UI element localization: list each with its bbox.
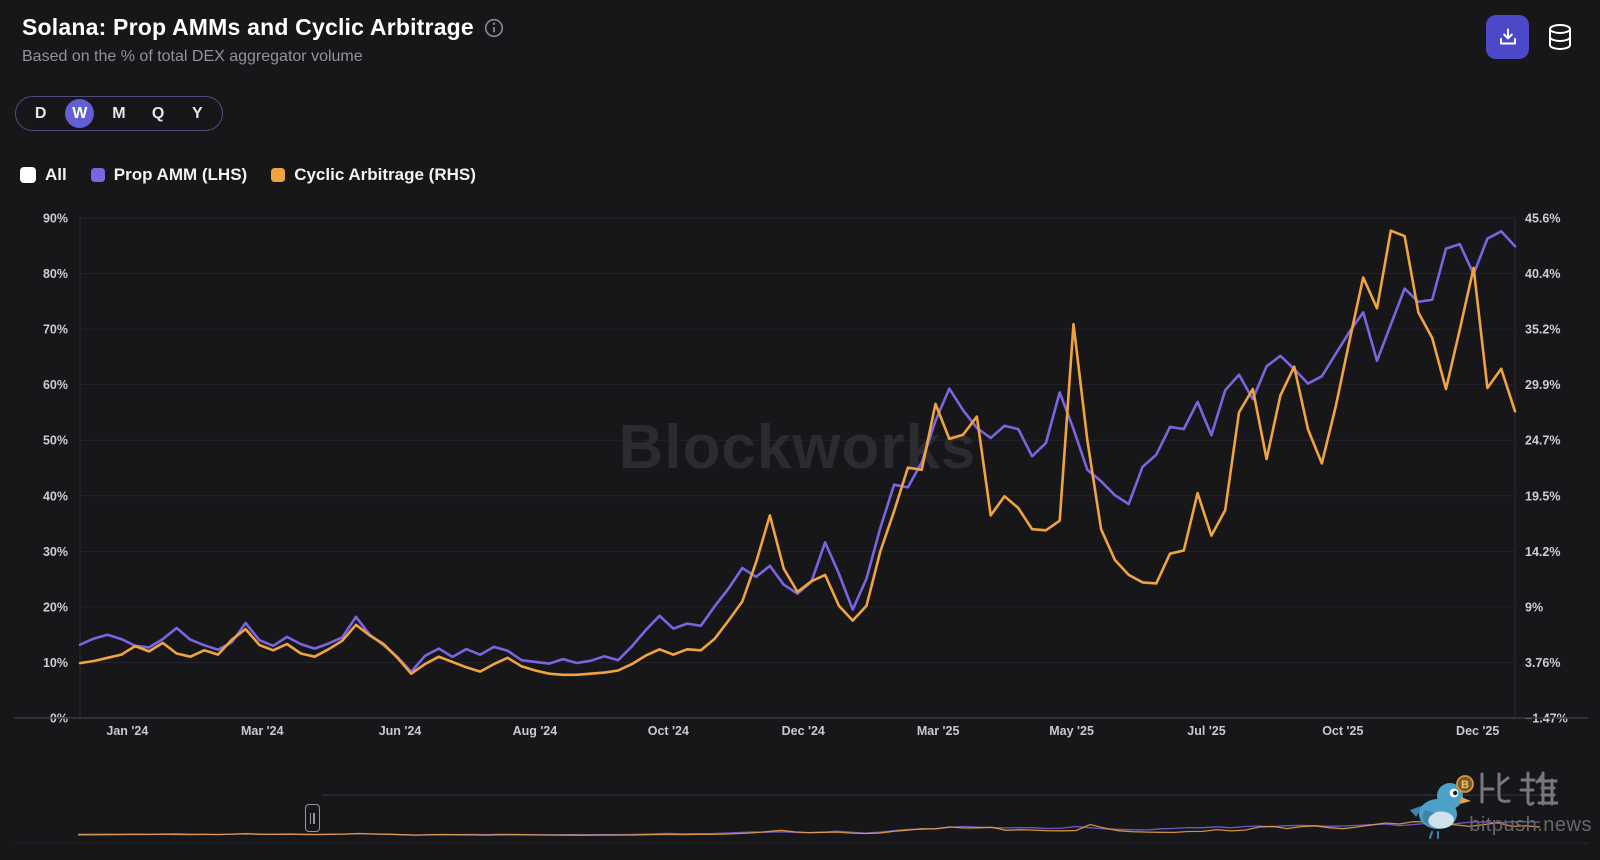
left-axis-tick: 40%	[43, 489, 68, 503]
legend-item-all[interactable]: All	[20, 165, 67, 185]
interval-option-y[interactable]: Y	[183, 99, 212, 128]
left-axis-tick: 10%	[43, 656, 68, 670]
database-icon	[1549, 24, 1571, 51]
x-axis-tick: Aug '24	[513, 724, 558, 738]
x-axis-tick: Mar '24	[241, 724, 284, 738]
legend-label: All	[45, 165, 67, 184]
interval-option-d[interactable]: D	[26, 99, 55, 128]
left-axis-tick: 20%	[43, 600, 68, 614]
right-axis-tick: 3.76%	[1525, 656, 1560, 670]
x-axis-tick: Jan '24	[106, 724, 148, 738]
x-axis-tick: Jul '25	[1187, 724, 1225, 738]
x-axis-tick: Oct '25	[1322, 724, 1363, 738]
legend-swatch-prop-amm	[90, 168, 105, 182]
legend-label: Prop AMM (LHS)	[113, 165, 248, 184]
bitpush-cn-wordmark	[1480, 771, 1558, 806]
info-icon[interactable]	[484, 18, 504, 38]
x-axis-tick: Oct '24	[648, 724, 689, 738]
bitpush-url: bitpush.news	[1469, 814, 1592, 836]
bitpush-logo: B bitpush.news	[1402, 762, 1598, 854]
legend-label: Cyclic Arbitrage (RHS)	[294, 165, 476, 184]
right-axis-tick: 9%	[1525, 600, 1543, 614]
data-source-button[interactable]	[1544, 21, 1576, 55]
bitpush-bird-icon: B	[1410, 775, 1474, 839]
navigator-strip[interactable]	[0, 780, 1600, 860]
x-axis-tick: May '25	[1049, 724, 1094, 738]
right-axis-tick: 35.2%	[1525, 323, 1560, 337]
x-axis-tick: Jun '24	[379, 724, 422, 738]
right-axis-tick: 19.5%	[1525, 489, 1560, 503]
title-row: Solana: Prop AMMs and Cyclic Arbitrage	[22, 14, 504, 41]
x-axis-tick: Dec '24	[782, 724, 825, 738]
interval-option-m[interactable]: M	[104, 99, 133, 128]
left-axis-tick: 50%	[43, 434, 68, 448]
chart-subtitle: Based on the % of total DEX aggregator v…	[22, 48, 363, 65]
x-axis-tick: Mar '25	[917, 724, 960, 738]
interval-option-q[interactable]: Q	[144, 99, 173, 128]
main-chart[interactable]: 90% 45.6% 80% 40.4% 70% 35.2% 60% 29.9% 50% 24.7%…	[0, 200, 1600, 760]
download-icon	[1499, 28, 1516, 45]
legend-swatch-cyclic-arb	[271, 168, 286, 182]
page-title: Solana: Prop AMMs and Cyclic Arbitrage	[22, 14, 474, 40]
svg-text:B: B	[1461, 779, 1469, 791]
x-axis-tick: Dec '25	[1456, 724, 1499, 738]
right-axis-tick: 29.9%	[1525, 378, 1560, 392]
right-axis-tick: 14.2%	[1525, 545, 1560, 559]
left-axis-tick: 30%	[43, 545, 68, 559]
navigator-handle[interactable]	[304, 804, 320, 832]
left-axis-tick: 60%	[43, 378, 68, 392]
right-axis-tick: 45.6%	[1525, 212, 1560, 226]
legend: All Prop AMM (LHS) Cyclic Arbitrage (RHS…	[20, 165, 476, 185]
legend-swatch-all	[20, 167, 36, 183]
left-axis-tick: 70%	[43, 323, 68, 337]
right-axis-tick: 24.7%	[1525, 434, 1560, 448]
right-axis-tick: 40.4%	[1525, 267, 1560, 281]
interval-option-w[interactable]: W	[65, 99, 95, 128]
blockworks-chart-panel: Solana: Prop AMMs and Cyclic Arbitrage B…	[0, 0, 1600, 860]
left-axis-tick: 80%	[43, 267, 68, 281]
navigator-mini-line	[78, 820, 1541, 836]
blockworks-watermark: Blockworks	[618, 413, 976, 482]
legend-item-prop-amm[interactable]: Prop AMM (LHS)	[90, 165, 248, 185]
left-axis-tick: 90%	[43, 212, 68, 226]
legend-item-cyclic-arb[interactable]: Cyclic Arbitrage (RHS)	[271, 165, 476, 185]
download-button[interactable]	[1486, 15, 1529, 59]
interval-selector: D W M Q Y	[15, 96, 223, 131]
